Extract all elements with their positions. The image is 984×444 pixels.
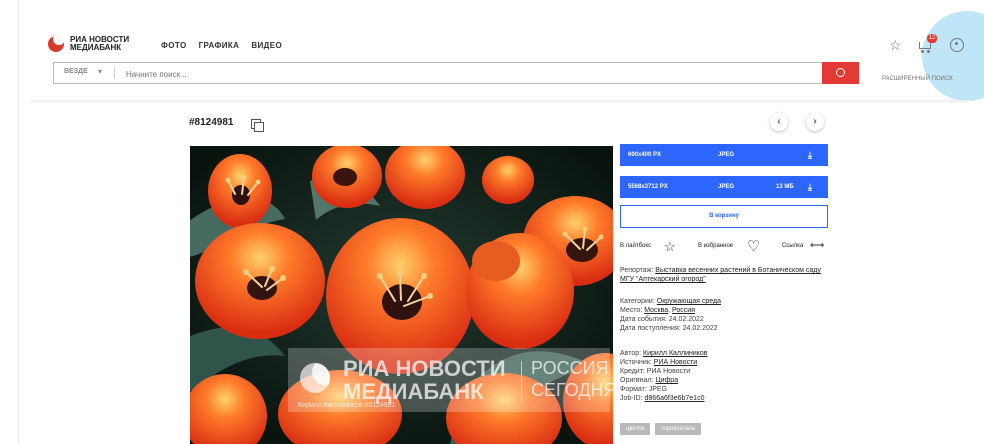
download-icon: ⤓ [808, 150, 812, 160]
download-small-jpeg-button[interactable]: 600x400 PX JPEG ⤓ [620, 144, 828, 166]
source-link[interactable]: РИА Новости [654, 359, 697, 366]
cart-wheel [921, 50, 924, 53]
brand-name: РИА НОВОСТИ МЕДИАБАНК [70, 36, 129, 52]
original-label: Оригинал: [620, 377, 654, 384]
download-icon: ⤓ [808, 182, 812, 192]
previous-photo-button[interactable]: ‹ [770, 113, 788, 131]
author-row: Автор: Кирилл Каллиников [620, 349, 830, 358]
favorites-heart-icon[interactable]: ♡ [747, 237, 760, 255]
source-row: Источник: РИА Новости [620, 358, 830, 367]
nav-photo[interactable]: ФОТО [161, 41, 187, 50]
add-to-favorites-link[interactable]: В избранное [698, 243, 733, 249]
advanced-search-link[interactable]: РАСШИРЕННЫЙ ПОИСК [882, 76, 953, 82]
place-russia-link[interactable]: Россия [672, 307, 695, 314]
search-scope-select[interactable]: ВЕЗДЕ [64, 68, 88, 75]
job-id-link[interactable]: d866a6f3e6b7e1c0 [645, 395, 705, 402]
search-divider [114, 67, 115, 79]
cart-icon [919, 42, 931, 49]
copy-icon[interactable] [251, 119, 264, 132]
credit-row: Кредит: РИА Новости [620, 368, 691, 375]
author-details: Автор: Кирилл Каллиников Источник: РИА Н… [620, 349, 830, 403]
download-format: JPEG [718, 152, 735, 158]
download-size: 5568x3712 PX [628, 184, 668, 190]
brand-logo[interactable]: РИА НОВОСТИ МЕДИАБАНК [48, 36, 129, 52]
download-size: 600x400 PX [628, 152, 662, 158]
site-header: РИА НОВОСТИ МЕДИАБАНК ФОТО ГРАФИКА ВИДЕО… [30, 11, 984, 101]
job-id-row: Job-ID: d866a6f3e6b7e1c0 [620, 394, 830, 403]
add-to-cart-button[interactable]: В корзину [620, 205, 828, 228]
download-large-jpeg-button[interactable]: 5568x3712 PX JPEG 13 МБ ⤓ [620, 176, 828, 198]
source-label: Источник: [620, 359, 652, 366]
download-format: JPEG [718, 184, 735, 190]
nav-graphics[interactable]: ГРАФИКА [199, 41, 240, 50]
favorites-star-icon[interactable]: ☆ [889, 37, 902, 54]
cart-badge: 12 [927, 34, 937, 43]
user-icon[interactable] [950, 38, 964, 52]
logo-icon [48, 36, 64, 52]
place-moscow-link[interactable]: Москва [644, 307, 668, 314]
brand-line-2: МЕДИАБАНК [70, 43, 122, 52]
left-edge [0, 0, 19, 444]
event-date: Дата события: 24.02.2022 [620, 316, 704, 323]
search-icon [836, 68, 845, 77]
watermark-logo-icon [300, 363, 330, 393]
place-label: Место: [620, 307, 643, 314]
photo-details: Категории: Окружающая среда Место: Москв… [620, 297, 830, 333]
chevron-down-icon[interactable]: ▾ [98, 67, 102, 76]
author-label: Автор: [620, 350, 642, 357]
format-row: Формат: JPEG [620, 386, 668, 393]
original-link[interactable]: Цифра [655, 377, 678, 384]
job-id-label: Job-ID: [620, 395, 643, 402]
tag-horizontal[interactable]: горизонталь [655, 423, 702, 435]
category-row: Категории: Окружающая среда [620, 297, 830, 306]
photo-credit-watermark: Кирилл Каллиников #8124981 [298, 402, 396, 409]
search-button[interactable] [822, 62, 859, 84]
photo-preview[interactable]: РИА НОВОСТИ МЕДИАБАНК РОССИЯ СЕГОДНЯ Кир… [190, 146, 613, 444]
author-link[interactable]: Кирилл Каллиников [643, 350, 707, 357]
place-row: Место: Москва, Россия [620, 306, 830, 315]
photo-actions: В лайтбокс ☆ В избранное ♡ Ссылка ⟷ [620, 237, 830, 255]
category-label: Категории: [620, 298, 655, 305]
watermark-right-line-2: СЕГОДНЯ [531, 380, 613, 400]
watermark-right-line-1: РОССИЯ [531, 358, 609, 378]
download-file-size: 13 МБ [776, 184, 794, 190]
watermark-divider [521, 361, 522, 403]
header-shadow [30, 100, 970, 104]
link-icon[interactable]: ⟷ [810, 240, 824, 251]
original-row: Оригинал: Цифра [620, 376, 830, 385]
photo-id: #8124981 [189, 117, 234, 128]
reportage-label: Репортаж: [620, 267, 654, 274]
cart-wheel [927, 50, 930, 53]
nav-video[interactable]: ВИДЕО [251, 41, 282, 50]
next-photo-button[interactable]: › [806, 113, 824, 131]
main-nav: ФОТО ГРАФИКА ВИДЕО [161, 41, 282, 50]
add-to-lightbox-link[interactable]: В лайтбокс [620, 243, 651, 249]
reportage-info: Репортаж: Выставка весенних растений в Б… [620, 266, 830, 284]
tag-list: цветок горизонталь [620, 423, 702, 435]
account-hover-highlight [922, 11, 984, 101]
tag-flower[interactable]: цветок [620, 423, 651, 435]
added-date: Дата поступления: 24.02.2022 [620, 325, 718, 332]
lightbox-star-icon[interactable]: ☆ [664, 239, 676, 255]
cart-button[interactable]: 12 [918, 34, 937, 53]
category-link[interactable]: Окружающая среда [657, 298, 721, 305]
share-link[interactable]: Ссылка [782, 243, 803, 249]
search-bar: ВЕЗДЕ ▾ [53, 62, 825, 84]
search-input[interactable] [124, 65, 778, 83]
